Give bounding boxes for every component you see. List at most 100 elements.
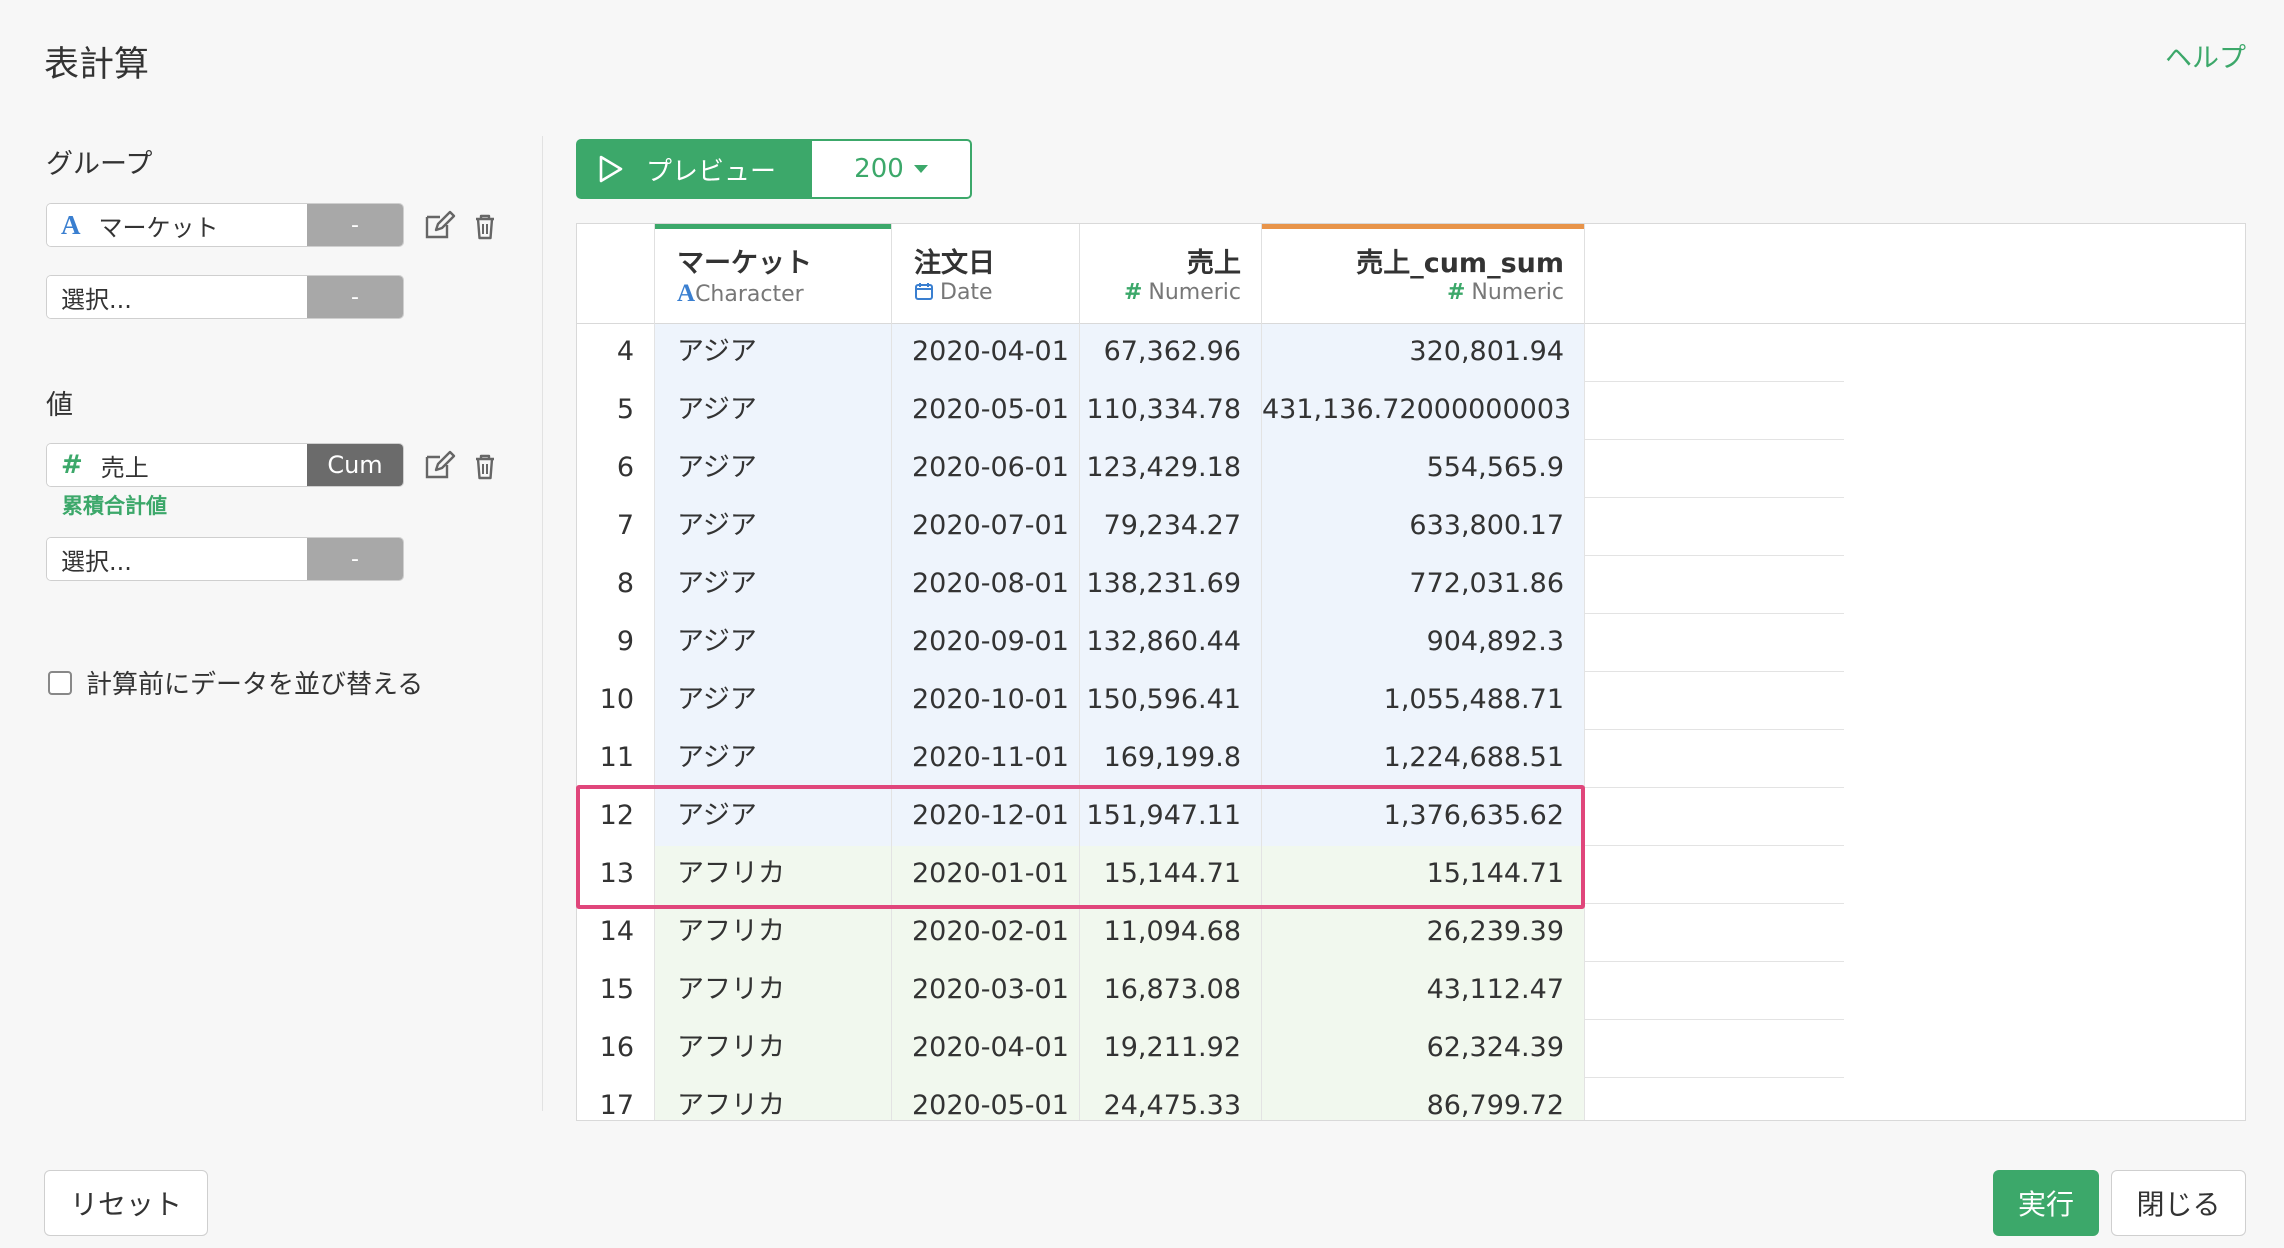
cell-sales: 19,211.92 — [1080, 1020, 1262, 1078]
value-select-input[interactable]: 選択... — [47, 538, 307, 580]
column-type-label: Numeric — [1471, 280, 1564, 305]
preview-label: プレビュー — [646, 156, 777, 187]
numeric-type-icon: # — [61, 450, 83, 480]
preview-button[interactable]: プレビュー — [576, 139, 812, 199]
column-header-sales-cum-sum[interactable]: 売上_cum_sum # Numeric — [1262, 224, 1585, 324]
table-row: 13 アフリカ 2020-01-01 15,144.71 15,144.71 — [577, 846, 1844, 904]
cell-sales: 79,234.27 — [1080, 498, 1262, 556]
reset-button[interactable]: リセット — [44, 1170, 208, 1236]
help-link[interactable]: ヘルプ — [2165, 36, 2246, 75]
group-field-name: マーケット — [98, 213, 219, 242]
cell-market: アフリカ — [655, 846, 892, 904]
column-name: 売上 — [1187, 248, 1241, 279]
value-field-name: 売上 — [100, 453, 149, 482]
cell-order-date: 2020-05-01 — [892, 1078, 1080, 1120]
row-index: 12 — [577, 788, 655, 846]
cell-sales-cum-sum: 86,799.72 — [1262, 1078, 1585, 1120]
preview-table: マーケット ACharacter 注文日 Date 売上 # Numeric 売上… — [576, 223, 2246, 1121]
cell-market: アフリカ — [655, 1020, 892, 1078]
cell-market: アジア — [655, 382, 892, 440]
cell-sales-cum-sum: 1,376,635.62 — [1262, 788, 1585, 846]
cell-sales: 16,873.08 — [1080, 962, 1262, 1020]
group-field-picker[interactable]: A マーケット - — [46, 203, 404, 247]
table-row: 16 アフリカ 2020-04-01 19,211.92 62,324.39 — [577, 1020, 1844, 1078]
run-button[interactable]: 実行 — [1993, 1170, 2099, 1236]
column-type: # Numeric — [1124, 280, 1241, 305]
cell-sales: 123,429.18 — [1080, 440, 1262, 498]
cell-sales: 15,144.71 — [1080, 846, 1262, 904]
table-row: 6 アジア 2020-06-01 123,429.18 554,565.9 — [577, 440, 1844, 498]
cell-sales: 110,334.78 — [1080, 382, 1262, 440]
trash-icon[interactable] — [468, 209, 502, 243]
group-select-picker[interactable]: 選択... - — [46, 275, 404, 319]
cell-sales-cum-sum: 633,800.17 — [1262, 498, 1585, 556]
row-index: 9 — [577, 614, 655, 672]
cell-market: アジア — [655, 614, 892, 672]
row-count-value: 200 — [854, 154, 904, 184]
value-field-op-button[interactable]: Cum — [307, 444, 403, 486]
caret-down-icon — [913, 165, 928, 173]
column-name: 注文日 — [914, 248, 995, 279]
table-row: 8 アジア 2020-08-01 138,231.69 772,031.86 — [577, 556, 1844, 614]
sort-checkbox[interactable] — [48, 670, 72, 695]
play-icon — [599, 155, 623, 183]
row-index: 14 — [577, 904, 655, 962]
column-header-order-date[interactable]: 注文日 Date — [892, 224, 1080, 324]
value-section-label: 値 — [46, 390, 73, 421]
cell-order-date: 2020-07-01 — [892, 498, 1080, 556]
cell-market: アジア — [655, 672, 892, 730]
sort-before-calc-option[interactable]: 計算前にデータを並び替える — [48, 664, 423, 701]
cell-order-date: 2020-11-01 — [892, 730, 1080, 788]
row-count-dropdown[interactable]: 200 — [812, 139, 972, 199]
row-index: 4 — [577, 324, 655, 382]
column-accent-bar — [1262, 224, 1584, 229]
value-select-picker[interactable]: 選択... - — [46, 537, 404, 581]
numeric-type-icon: # — [1446, 280, 1466, 305]
table-row: 15 アフリカ 2020-03-01 16,873.08 43,112.47 — [577, 962, 1844, 1020]
cell-sales-cum-sum: 772,031.86 — [1262, 556, 1585, 614]
preview-toolbar: プレビュー 200 — [576, 139, 972, 199]
column-header-sales[interactable]: 売上 # Numeric — [1080, 224, 1262, 324]
value-select-op-button[interactable]: - — [307, 538, 403, 580]
close-button[interactable]: 閉じる — [2111, 1170, 2246, 1236]
cell-sales: 132,860.44 — [1080, 614, 1262, 672]
cell-order-date: 2020-02-01 — [892, 904, 1080, 962]
cell-order-date: 2020-08-01 — [892, 556, 1080, 614]
value-field-picker[interactable]: # 売上 Cum — [46, 443, 404, 487]
cell-market: アジア — [655, 788, 892, 846]
column-type-label: Date — [940, 280, 993, 305]
group-select-op-button[interactable]: - — [307, 276, 403, 318]
cell-market: アジア — [655, 440, 892, 498]
table-header: マーケット ACharacter 注文日 Date 売上 # Numeric 売上… — [577, 224, 2245, 324]
trash-icon[interactable] — [468, 449, 502, 483]
column-type-label: Character — [695, 282, 804, 307]
table-row: 12 アジア 2020-12-01 151,947.11 1,376,635.62 — [577, 788, 1844, 846]
cell-sales: 24,475.33 — [1080, 1078, 1262, 1120]
cell-order-date: 2020-03-01 — [892, 962, 1080, 1020]
column-header-market[interactable]: マーケット ACharacter — [655, 224, 892, 324]
edit-icon[interactable] — [422, 449, 456, 483]
table-row: 4 アジア 2020-04-01 67,362.96 320,801.94 — [577, 324, 1844, 382]
page-title: 表計算 — [44, 45, 150, 85]
cell-sales-cum-sum: 904,892.3 — [1262, 614, 1585, 672]
cell-market: アジア — [655, 498, 892, 556]
column-name: 売上_cum_sum — [1356, 248, 1564, 279]
panel-divider — [542, 136, 543, 1111]
column-type: Date — [914, 280, 993, 305]
group-select-input[interactable]: 選択... — [47, 276, 307, 318]
character-type-icon: A — [677, 280, 696, 307]
numeric-type-icon: # — [1123, 280, 1143, 305]
group-field-op-button[interactable]: - — [307, 204, 403, 246]
cell-sales-cum-sum: 43,112.47 — [1262, 962, 1585, 1020]
table-row: 14 アフリカ 2020-02-01 11,094.68 26,239.39 — [577, 904, 1844, 962]
group-field-selector[interactable]: A マーケット — [47, 204, 307, 246]
cell-sales-cum-sum: 1,224,688.51 — [1262, 730, 1585, 788]
cell-sales-cum-sum: 320,801.94 — [1262, 324, 1585, 382]
cell-order-date: 2020-09-01 — [892, 614, 1080, 672]
edit-icon[interactable] — [422, 209, 456, 243]
cell-order-date: 2020-05-01 — [892, 382, 1080, 440]
value-field-selector[interactable]: # 売上 — [47, 444, 307, 486]
character-type-icon: A — [61, 209, 81, 240]
row-index: 17 — [577, 1078, 655, 1120]
cell-sales: 138,231.69 — [1080, 556, 1262, 614]
